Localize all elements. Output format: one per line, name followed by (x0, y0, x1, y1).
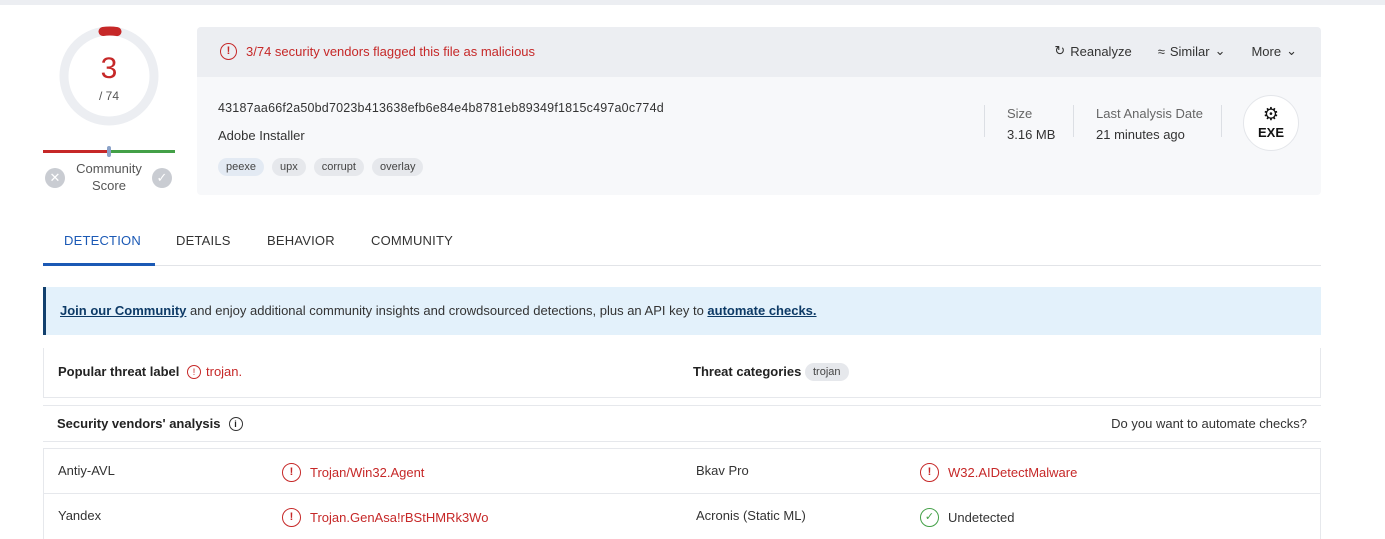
threat-categories-title: Threat categories (693, 364, 802, 379)
vendor-result: ! Trojan.GenAsa!rBStHMRk3Wo (282, 508, 488, 527)
alert-icon: ! (220, 43, 237, 60)
divider (1221, 105, 1222, 137)
alert-icon: ! (282, 463, 301, 482)
threat-label-value: ! trojan. (187, 364, 242, 379)
top-bar (0, 0, 1385, 5)
file-summary-card: ! 3/74 security vendors flagged this fil… (197, 27, 1321, 195)
tag[interactable]: peexe (218, 158, 264, 176)
reanalyze-button[interactable]: ↻ Reanalyze (1054, 43, 1131, 59)
alert-icon: ! (920, 463, 939, 482)
vote-harmful-icon[interactable]: ✕ (45, 168, 65, 188)
last-analysis: Last Analysis Date 21 minutes ago (1096, 103, 1203, 145)
tab-behavior[interactable]: BEHAVIOR (267, 233, 335, 248)
tag[interactable]: corrupt (313, 158, 364, 176)
tab-community[interactable]: COMMUNITY (371, 233, 453, 248)
file-type-label: EXE (1257, 125, 1284, 140)
join-community-link[interactable]: Join our Community (60, 303, 186, 318)
file-name: Adobe Installer (218, 128, 305, 143)
vendors-title: Security vendors' analysis i (57, 416, 243, 431)
vendor-name: Acronis (Static ML) (696, 508, 806, 523)
info-icon[interactable]: i (228, 416, 243, 431)
alert-icon: ! (282, 508, 301, 527)
score-total: / 74 (98, 89, 119, 103)
banner-text: and enjoy additional community insights … (186, 303, 708, 318)
file-tags: peexe upx corrupt overlay (218, 158, 424, 176)
table-row: Yandex ! Trojan.GenAsa!rBStHMRk3Wo Acron… (43, 494, 1321, 539)
date-value: 21 minutes ago (1096, 127, 1185, 142)
threat-summary: Popular threat label ! trojan. Threat ca… (43, 348, 1321, 398)
date-label: Last Analysis Date (1096, 106, 1203, 121)
community-banner: Join our Community and enjoy additional … (43, 287, 1321, 335)
vendor-name: Yandex (58, 508, 102, 523)
divider (984, 105, 985, 137)
community-score-bar (43, 146, 175, 157)
threat-category-tag[interactable]: trojan (805, 363, 849, 381)
tab-detection[interactable]: DETECTION (64, 233, 141, 248)
vendors-header: Security vendors' analysis i Do you want… (43, 405, 1321, 442)
malicious-flag: ! 3/74 security vendors flagged this fil… (220, 43, 535, 60)
table-row: Antiy-AVL ! Trojan/Win32.Agent Bkav Pro … (43, 448, 1321, 494)
refresh-icon: ↻ (1054, 43, 1066, 58)
chevron-down-icon: ⌄ (1214, 43, 1226, 58)
flag-text: 3/74 security vendors flagged this file … (246, 44, 536, 59)
divider (1073, 105, 1074, 137)
tab-bar: DETECTION DETAILS BEHAVIOR COMMUNITY (43, 222, 1321, 266)
tab-details[interactable]: DETAILS (176, 233, 231, 248)
active-tab-indicator (43, 263, 155, 266)
similar-icon: ≈ (1157, 43, 1165, 59)
automate-checks-link[interactable]: Do you want to automate checks? (1111, 416, 1307, 431)
vendor-result: ✓ Undetected (920, 508, 1015, 527)
file-hash[interactable]: 43187aa66f2a50bd7023b413638efb6e84e4b878… (218, 101, 664, 115)
community-score-label: Community Score (76, 161, 142, 193)
more-button[interactable]: More ⌄ (1251, 43, 1297, 59)
check-circle-icon: ✓ (920, 508, 939, 527)
size-value: 3.16 MB (1007, 127, 1056, 142)
chevron-down-icon: ⌄ (1286, 43, 1297, 58)
alert-icon: ! (187, 364, 201, 379)
card-header: ! 3/74 security vendors flagged this fil… (197, 27, 1321, 77)
card-actions: ↻ Reanalyze ≈ Similar ⌄ More ⌄ (1054, 43, 1297, 59)
score-detections: 3 (100, 52, 118, 85)
vendor-result: ! W32.AIDetectMalware (920, 463, 1077, 482)
vote-harmless-icon[interactable]: ✓ (152, 168, 172, 188)
tag[interactable]: upx (271, 158, 306, 176)
tag[interactable]: overlay (371, 158, 424, 176)
similar-button[interactable]: ≈ Similar ⌄ (1158, 43, 1226, 59)
vendor-name: Bkav Pro (696, 463, 749, 478)
file-size: Size 3.16 MB (1007, 103, 1055, 145)
gears-icon: ⚙ (1262, 104, 1280, 124)
automate-checks-link[interactable]: automate checks. (707, 303, 816, 318)
size-label: Size (1007, 106, 1033, 121)
vendor-result: ! Trojan/Win32.Agent (282, 463, 424, 482)
vendor-name: Antiy-AVL (58, 463, 115, 478)
threat-label-title: Popular threat label (58, 364, 180, 379)
file-type-icon: ⚙ EXE (1243, 95, 1299, 151)
